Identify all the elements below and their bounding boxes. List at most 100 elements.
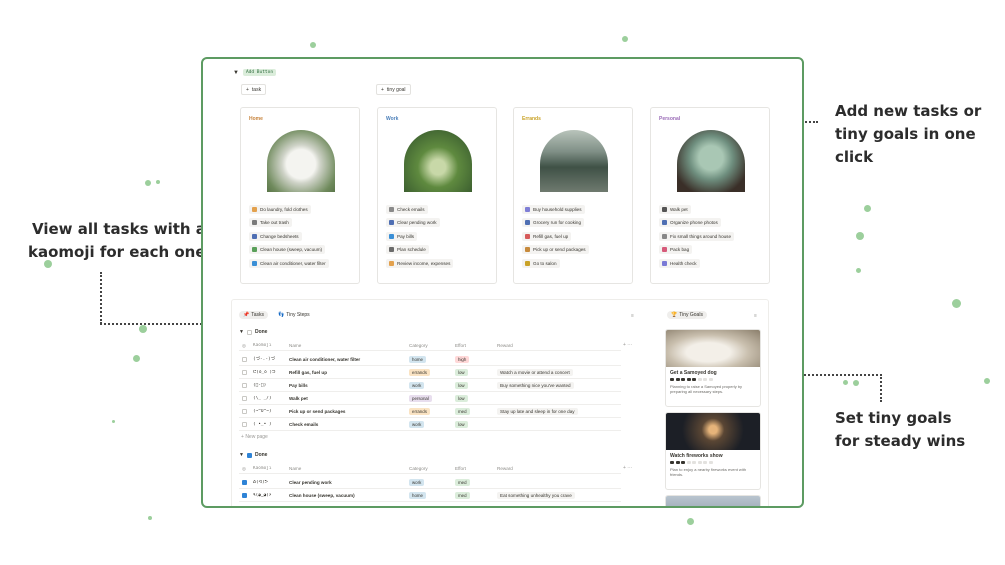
task-item[interactable]: Pack bag (659, 245, 693, 255)
row-checkbox[interactable] (241, 395, 247, 401)
add-column-icon[interactable]: + ··· (623, 342, 632, 348)
task-item[interactable]: Organize phone photos (659, 218, 721, 228)
reward-link[interactable]: Eat something unhealthy you crave (497, 491, 575, 499)
table-row[interactable]: ᕕ(ᐛ)ᕗ Clear pending work work med (239, 476, 621, 489)
task-label: Review income, expenses (397, 260, 451, 266)
effort-cell: high (451, 355, 493, 363)
task-item[interactable]: Clean house (sweep, vacuum) (249, 245, 326, 255)
progress-segment (703, 461, 707, 464)
task-item[interactable]: Pay bills (386, 231, 418, 241)
group-header-done[interactable]: ▼ Done (239, 452, 267, 458)
new-page-button[interactable]: + New page (241, 434, 268, 440)
task-label: Fix small things around house (670, 233, 732, 239)
row-checkbox[interactable] (241, 421, 247, 427)
goal-description: Plan to enjoy a nearby fireworks event w… (670, 467, 747, 477)
add-column-icon[interactable]: + ··· (623, 465, 632, 471)
task-label: Check emails (397, 207, 425, 212)
progress-segment (675, 461, 680, 464)
goal-card[interactable] (665, 495, 761, 506)
decor-dot (864, 205, 871, 212)
task-label: Buy household supplies (533, 207, 582, 212)
table-row[interactable]: (づ-.-)づ Clean air conditioner, water filt… (239, 353, 621, 366)
table-row[interactable]: ٩(◕‿◕)۶ Clean house (sweep, vacuum) home me… (239, 489, 621, 502)
category-tag: home (409, 491, 426, 499)
effort-tag: low (455, 420, 468, 428)
task-label: Pay bills (397, 233, 415, 239)
progress-segment (670, 378, 674, 381)
goal-title: Get a Samoyed dog (670, 370, 717, 376)
garden-photo (404, 130, 472, 192)
kaomoji-cell: ٩(◕‿◕)۶ (253, 492, 272, 498)
task-item[interactable]: Walk pet (659, 205, 691, 214)
progress-segment (670, 461, 674, 464)
filter-icon[interactable]: ≡ (631, 313, 634, 319)
kaomoji-cell: (ﾟ-ﾟ) (253, 382, 267, 388)
card-items: Buy household supplies Grocery run for co… (522, 205, 589, 272)
task-item[interactable]: Take out trash (249, 218, 292, 228)
row-checkbox[interactable] (241, 369, 247, 375)
reward-cell: Eat something unhealthy you crave (493, 491, 621, 499)
effort-tag: med (455, 478, 470, 486)
goal-card[interactable]: Get a Samoyed dog Planning to raise a Sa… (665, 329, 761, 407)
task-item[interactable]: Health check (659, 258, 700, 268)
name-cell: Clear pending work (289, 479, 332, 485)
task-item[interactable]: Pick up or send packages (522, 245, 589, 255)
category-card-errands[interactable]: Errands Buy household supplies Grocery ru… (513, 107, 633, 284)
row-checkbox[interactable] (241, 382, 247, 388)
task-item[interactable]: Refill gas, fuel up (522, 231, 572, 241)
effort-tag: low (455, 381, 468, 389)
decor-dot (112, 420, 115, 423)
row-checkbox[interactable] (241, 408, 247, 414)
task-label: Health check (670, 260, 697, 266)
goal-card[interactable]: Watch fireworks show Plan to enjoy a nea… (665, 412, 761, 490)
task-item[interactable]: Review income, expenses (386, 258, 454, 268)
row-checkbox[interactable] (241, 479, 247, 485)
category-card-home[interactable]: Home Do laundry, fold clothes Take out tr… (240, 107, 360, 284)
category-card-personal[interactable]: Personal Walk pet Organize phone photos Fi… (650, 107, 770, 284)
category-card-work[interactable]: Work Check emails Clear pending work Pay b… (377, 107, 497, 284)
reward-cell: Buy something nice you've wanted (493, 381, 621, 389)
task-item[interactable]: Check emails (386, 205, 428, 214)
add-task-button[interactable]: + task (241, 84, 267, 95)
group-header-open[interactable]: ▼ Done (239, 329, 267, 335)
task-item[interactable]: Clear pending work (386, 218, 440, 228)
table-row[interactable]: (ﾟ-ﾟ) Pay bills work low Buy something nice … (239, 379, 621, 392)
tab-tasks[interactable]: 📌 Tasks (239, 311, 269, 319)
task-label: Organize phone photos (670, 220, 718, 226)
table-row[interactable]: (\_ _/) Walk pet personal low (239, 392, 621, 405)
name-cell: Refill gas, fuel up (289, 369, 328, 375)
task-icon (525, 260, 530, 266)
reward-link[interactable]: Stay up late and sleep in for one day (497, 407, 578, 415)
tab-tiny-steps[interactable]: 👣 Tiny Steps (274, 311, 314, 319)
task-label: Clean air conditioner, water filter (260, 260, 326, 266)
task-item[interactable]: Go to salon (522, 258, 560, 268)
category-cell: work (405, 478, 451, 486)
task-item[interactable]: Buy household supplies (522, 205, 585, 214)
row-checkbox[interactable] (241, 492, 247, 498)
task-item[interactable]: Plan schedule (386, 245, 429, 255)
table-row[interactable]: (~^O^~) Pick up or send packages errands me… (239, 405, 621, 418)
task-item[interactable]: Fix small things around house (659, 231, 735, 241)
task-item[interactable]: Do laundry, fold clothes (249, 205, 311, 214)
task-item[interactable]: Clean air conditioner, water filter (249, 258, 329, 268)
task-icon (662, 260, 667, 266)
tab-tiny-goals[interactable]: 🏆 Tiny Goals (667, 311, 707, 319)
column-kaomoji: Kaomoji (253, 343, 272, 348)
add-tiny-goal-button[interactable]: + tiny goal (376, 84, 411, 95)
filter-icon[interactable]: ≡ (754, 313, 757, 319)
row-checkbox[interactable] (241, 356, 247, 362)
progress-segment (675, 378, 680, 381)
add-button-toggle[interactable]: ▼ Add Button (233, 69, 277, 76)
table-row[interactable]: ᕦ(ò_óˇ)ᕤ Refill gas, fuel up errands low Wat… (239, 366, 621, 379)
reward-link[interactable]: Watch a movie or attend a concert (497, 368, 573, 376)
effort-cell: low (451, 420, 493, 428)
reward-link[interactable]: Buy something nice you've wanted (497, 381, 574, 389)
goal-photo (666, 496, 760, 506)
task-item[interactable]: Change bedsheets (249, 231, 302, 241)
effort-cell: low (451, 368, 493, 376)
toggle-triangle-icon: ▼ (233, 69, 239, 76)
row-check-cell (239, 382, 249, 388)
name-cell: Walk pet (289, 395, 308, 401)
task-item[interactable]: Grocery run for cooking (522, 218, 584, 228)
table-row[interactable]: ( •_• ) Check emails work low (239, 418, 621, 431)
